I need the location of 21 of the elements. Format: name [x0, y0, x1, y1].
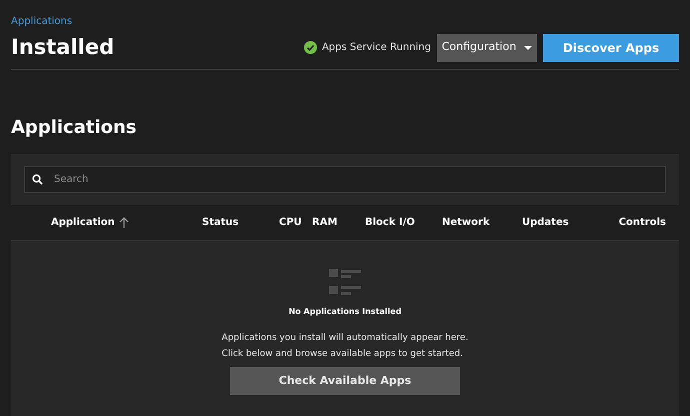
empty-state-message: Applications you install will automatically appear here. — [222, 332, 468, 345]
column-header[interactable]: Block I/O — [365, 215, 415, 230]
column-header[interactable]: CPU — [279, 215, 302, 230]
caret-icon — [524, 46, 532, 50]
empty-state-title: No Applications Installed — [288, 306, 402, 318]
column-header[interactable]: RAM — [312, 215, 338, 230]
column-header[interactable]: Updates — [522, 215, 569, 230]
check-available-apps-button[interactable]: Check Available Apps — [230, 367, 460, 395]
column-header[interactable]: Controls — [618, 215, 666, 230]
section-title: Applications — [11, 116, 138, 140]
page-title: Installed — [11, 34, 116, 61]
list-icon — [328, 269, 362, 296]
breadcrumb-link[interactable]: Applications — [11, 15, 679, 28]
service-status-label: Apps Service Running — [322, 41, 431, 55]
search-icon — [32, 174, 43, 185]
configuration-button[interactable]: Configuration — [437, 34, 537, 62]
column-header[interactable]: Network — [442, 215, 490, 230]
column-header[interactable]: Application — [51, 215, 129, 230]
empty-state-message: Click below and browse available apps to get started. — [222, 348, 463, 361]
search-field[interactable]: Search — [24, 166, 666, 193]
column-header[interactable]: Status — [202, 215, 239, 230]
